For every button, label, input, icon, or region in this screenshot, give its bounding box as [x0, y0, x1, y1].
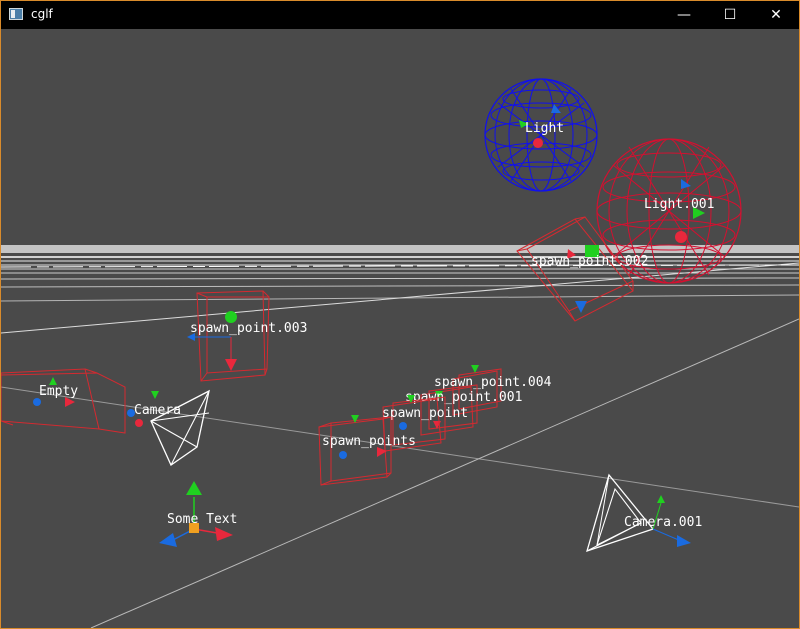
app-icon [9, 8, 23, 20]
label-spawn-point-001: spawn_point.001 [405, 390, 522, 405]
label-some-text: Some Text [167, 512, 237, 527]
label-spawn-points: spawn_points [322, 434, 416, 449]
label-empty: Empty [39, 384, 78, 399]
title-bar[interactable]: cglf — ☐ ✕ [1, 1, 799, 29]
window-title: cglf [31, 7, 53, 21]
label-light: Light [525, 121, 564, 136]
close-button[interactable]: ✕ [753, 1, 799, 29]
label-spawn-point: spawn_point [382, 406, 468, 421]
label-camera: Camera [134, 403, 181, 418]
label-spawn-point-003: spawn_point.003 [190, 321, 307, 336]
app-window: cglf — ☐ ✕ Light Light.001 spawn_point.0… [0, 0, 800, 629]
maximize-button[interactable]: ☐ [707, 1, 753, 29]
label-camera-001: Camera.001 [624, 515, 702, 530]
label-light-001: Light.001 [644, 197, 714, 212]
minimize-button[interactable]: — [661, 1, 707, 29]
3d-viewport[interactable]: Light Light.001 spawn_point.002 spawn_po… [1, 29, 799, 628]
label-spawn-point-002: spawn_point.002 [531, 254, 648, 269]
